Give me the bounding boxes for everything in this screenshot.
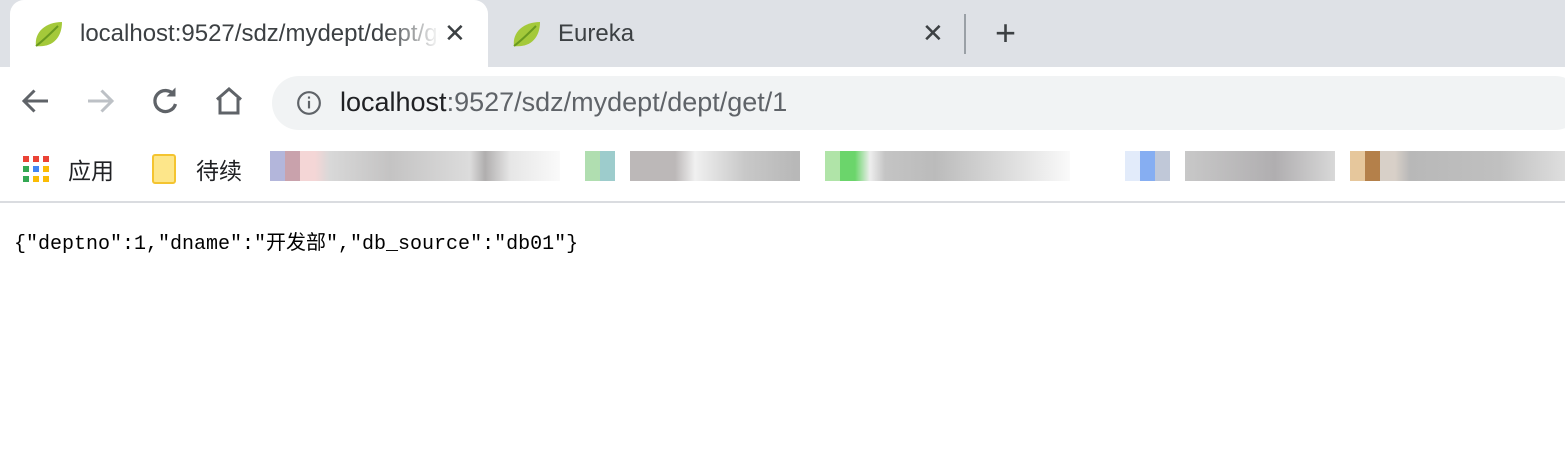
url-text[interactable]: localhost:9527/sdz/mydept/dept/get/1 <box>340 87 787 118</box>
tab-title: Eureka <box>558 20 635 47</box>
reload-icon[interactable] <box>147 83 183 119</box>
back-icon[interactable] <box>18 83 54 119</box>
blurred-bookmark[interactable] <box>825 151 1070 181</box>
tab-strip: localhost:9527/sdz/mydept/dept/get/1 ✕ E… <box>0 0 1565 67</box>
home-icon[interactable] <box>211 83 247 119</box>
bookmark-folder[interactable]: 待续 <box>152 151 242 187</box>
blurred-bookmark[interactable] <box>585 151 800 181</box>
info-icon[interactable] <box>296 90 322 116</box>
bookmarks-bar: 应用 待续 <box>0 135 1565 203</box>
new-tab-button[interactable]: + <box>995 12 1016 54</box>
spring-leaf-icon <box>513 22 540 47</box>
blurred-bookmark[interactable] <box>1350 151 1565 181</box>
json-response-text: {"deptno":1,"dname":"开发部","db_source":"d… <box>14 233 579 256</box>
spring-leaf-icon <box>35 22 62 47</box>
bookmark-label: 待续 <box>196 158 242 184</box>
bookmark-apps[interactable]: 应用 <box>22 151 114 187</box>
bookmark-label: 应用 <box>68 158 114 184</box>
blurred-bookmark[interactable] <box>1125 151 1335 181</box>
forward-icon[interactable] <box>82 83 118 119</box>
tab-active[interactable]: localhost:9527/sdz/mydept/dept/get/1 ✕ <box>10 0 488 67</box>
apps-grid-icon <box>23 156 49 182</box>
tab-title: localhost:9527/sdz/mydept/dept/get/1 <box>80 20 440 47</box>
close-tab-button[interactable]: ✕ <box>444 18 466 49</box>
tab-eureka[interactable]: Eureka ✕ <box>488 0 965 67</box>
close-tab-button[interactable]: ✕ <box>922 18 944 49</box>
toolbar: localhost:9527/sdz/mydept/dept/get/1 <box>0 67 1565 135</box>
address-bar[interactable]: localhost:9527/sdz/mydept/dept/get/1 <box>272 76 1565 130</box>
folder-icon <box>152 154 176 184</box>
blurred-bookmark[interactable] <box>270 151 560 181</box>
tab-separator <box>964 14 966 54</box>
